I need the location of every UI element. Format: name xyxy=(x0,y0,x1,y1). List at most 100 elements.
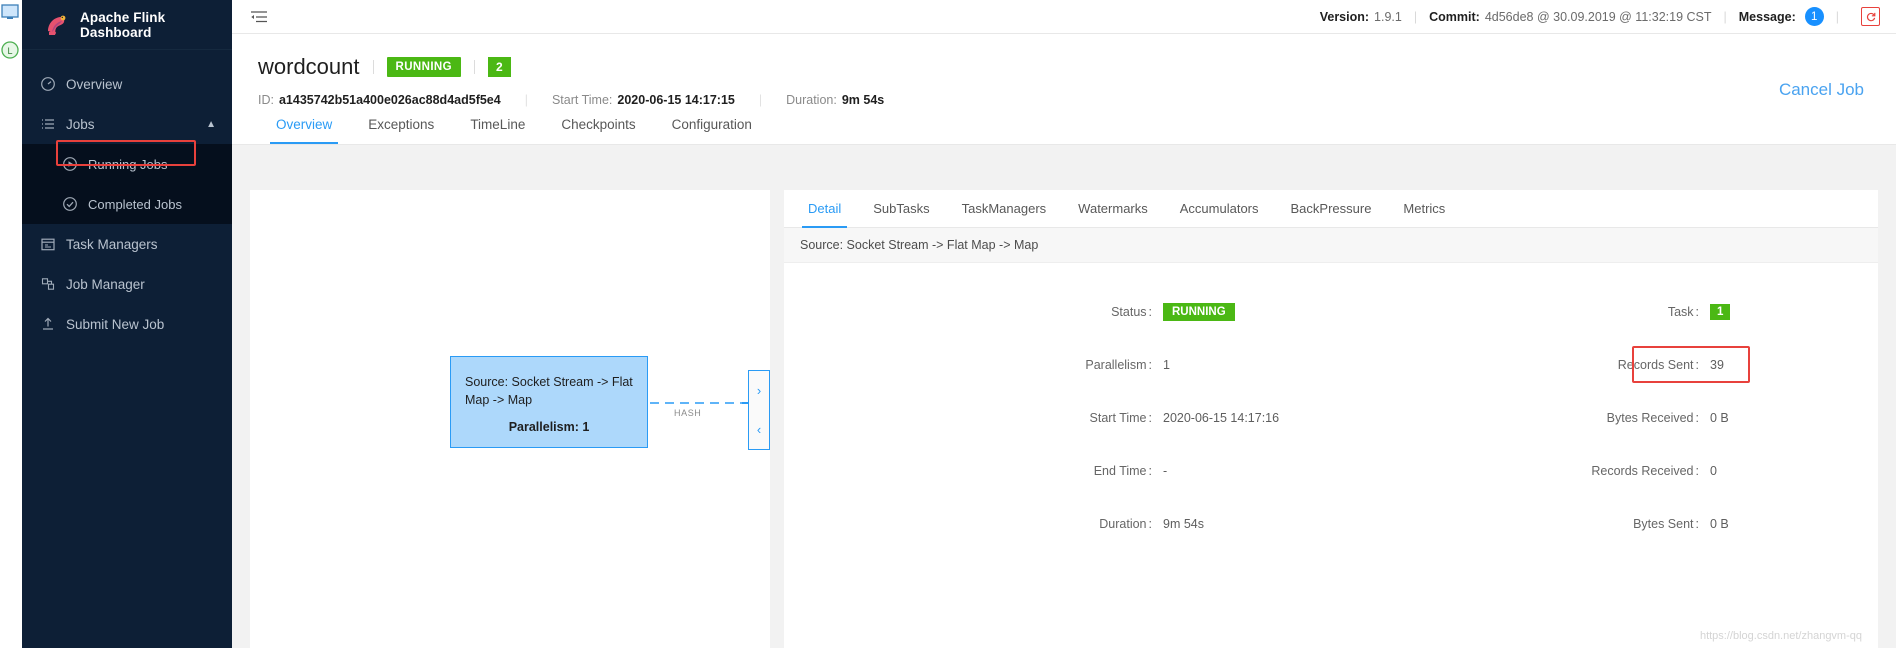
sidebar-item-completed-jobs[interactable]: Completed Jobs xyxy=(22,184,232,224)
detail-breadcrumb: Source: Socket Stream -> Flat Map -> Map xyxy=(784,228,1878,263)
version-label: Version: xyxy=(1319,9,1370,24)
commit-value: 4d56de8 @ 30.09.2019 @ 11:32:19 CST xyxy=(1484,9,1712,24)
sidebar-item-label: Completed Jobs xyxy=(88,196,182,212)
sidebar-item-label: Job Manager xyxy=(66,276,145,292)
status-badge: RUNNING xyxy=(386,57,461,77)
divider xyxy=(372,60,374,74)
field-label: Records Received xyxy=(1591,463,1694,478)
field-records-sent: Records Sent : 39 xyxy=(1331,338,1878,391)
field-value: 0 B xyxy=(1710,516,1729,531)
detail-fields-grid: Status : RUNNING Task : 1 Parallelism: … xyxy=(784,263,1878,550)
tab-checkpoints[interactable]: Checkpoints xyxy=(543,106,653,144)
field-status: Status : RUNNING xyxy=(784,285,1331,338)
field-label: Parallelism xyxy=(1085,357,1147,372)
sidebar-item-label: Task Managers xyxy=(66,236,158,252)
detail-panel: Detail SubTasks TaskManagers Watermarks … xyxy=(784,190,1878,648)
graph-node-source-flatmap-map[interactable]: Source: Socket Stream -> Flat Map -> Map… xyxy=(450,356,648,448)
detail-tabs: Detail SubTasks TaskManagers Watermarks … xyxy=(784,190,1878,228)
divider: | xyxy=(1723,9,1727,24)
divider: | xyxy=(1413,9,1418,24)
detail-tab-backpressure[interactable]: BackPressure xyxy=(1275,190,1388,228)
status-badge: RUNNING xyxy=(1163,302,1235,321)
sidebar-item-jobs[interactable]: Jobs ▲ xyxy=(22,104,232,144)
play-circle-icon xyxy=(62,156,78,172)
clock-icon: L xyxy=(0,40,20,60)
sidebar-item-job-manager[interactable]: Job Manager xyxy=(22,264,232,304)
check-circle-icon xyxy=(62,196,78,212)
detail-tab-detail[interactable]: Detail xyxy=(792,190,857,228)
sidebar-item-label: Running Jobs xyxy=(88,156,168,172)
divider: | xyxy=(758,93,763,107)
refresh-icon[interactable] xyxy=(1861,7,1880,26)
graph-edge-label: HASH xyxy=(674,408,702,418)
field-records-received: Records Received : 0 xyxy=(1331,444,1878,497)
divider: | xyxy=(1835,9,1839,24)
duration-label: Duration: xyxy=(786,93,837,107)
tab-timeline[interactable]: TimeLine xyxy=(452,106,543,144)
detail-tab-accumulators[interactable]: Accumulators xyxy=(1164,190,1275,228)
graph-collapse-strip[interactable]: › ‹ xyxy=(748,370,770,450)
field-value: 39 xyxy=(1710,357,1724,372)
message-label: Message: xyxy=(1738,9,1796,24)
colon: : xyxy=(1695,410,1699,425)
menu-collapse-icon[interactable] xyxy=(250,9,268,25)
flink-squirrel-logo-icon xyxy=(44,13,70,37)
job-title-row: wordcount RUNNING 2 xyxy=(258,54,1870,80)
sidebar-nav: Overview Jobs ▲ Running Jobs Completed J… xyxy=(22,64,232,344)
page-tabs: Overview Exceptions TimeLine Checkpoints… xyxy=(232,107,1896,145)
colon: : xyxy=(1148,410,1152,425)
job-graph-panel: Source: Socket Stream -> Flat Map -> Map… xyxy=(250,190,770,648)
field-duration: Duration : 9m 54s xyxy=(784,497,1331,550)
message-count-badge[interactable]: 1 xyxy=(1804,7,1824,26)
field-value: 2020-06-15 14:17:16 xyxy=(1163,410,1280,425)
job-meta: ID: a1435742b51a400e026ac88d4ad5f5e4 | S… xyxy=(258,93,1870,107)
colon: : xyxy=(1695,357,1699,372)
colon: : xyxy=(1148,463,1152,478)
field-label: Status xyxy=(1111,304,1147,319)
sidebar-item-label: Jobs xyxy=(66,116,95,132)
chevron-up-icon: ▲ xyxy=(206,118,216,130)
sidebar-item-running-jobs[interactable]: Running Jobs xyxy=(22,144,232,184)
field-value: - xyxy=(1163,463,1168,478)
job-id-value: a1435742b51a400e026ac88d4ad5f5e4 xyxy=(278,93,501,107)
sidebar-item-overview[interactable]: Overview xyxy=(22,64,232,104)
svg-text:L: L xyxy=(7,46,12,56)
field-value: 1 xyxy=(1163,357,1170,372)
divider: | xyxy=(524,93,528,107)
field-label: Bytes Received xyxy=(1606,410,1694,425)
chevron-right-icon[interactable]: › xyxy=(757,383,761,398)
detail-tab-watermarks[interactable]: Watermarks xyxy=(1062,190,1164,228)
detail-tab-subtasks[interactable]: SubTasks xyxy=(857,190,945,228)
field-value-wrap: RUNNING xyxy=(1163,302,1331,321)
sidebar: Apache Flink Dashboard Overview Jobs ▲ R… xyxy=(22,0,232,648)
start-time-label: Start Time: xyxy=(551,93,613,107)
field-parallelism: Parallelism : 1 xyxy=(784,338,1331,391)
detail-tab-taskmanagers[interactable]: TaskManagers xyxy=(946,190,1063,228)
sidebar-item-label: Overview xyxy=(66,76,123,92)
field-bytes-received: Bytes Received : 0 B xyxy=(1331,391,1878,444)
watermark-text: https://blog.csdn.net/zhangvm-qq xyxy=(1699,630,1862,642)
graph-node-label: Source: Socket Stream -> Flat Map -> Map xyxy=(465,375,633,408)
topbar-info: Version: 1.9.1 | Commit: 4d56de8 @ 30.09… xyxy=(1320,7,1896,26)
field-start-time: Start Time : 2020-06-15 14:17:16 xyxy=(784,391,1331,444)
duration-value: 9m 54s xyxy=(841,93,885,107)
main-area: Source: Socket Stream -> Flat Map -> Map… xyxy=(232,176,1896,648)
tab-configuration[interactable]: Configuration xyxy=(654,106,770,144)
cancel-job-button[interactable]: Cancel Job xyxy=(1779,80,1864,100)
graph-edge xyxy=(650,402,750,404)
tab-overview[interactable]: Overview xyxy=(258,106,350,144)
field-task: Task : 1 xyxy=(1331,285,1878,338)
sidebar-item-submit-new-job[interactable]: Submit New Job xyxy=(22,304,232,344)
list-icon xyxy=(40,116,56,132)
version-value: 1.9.1 xyxy=(1374,9,1402,24)
sidebar-item-task-managers[interactable]: Task Managers xyxy=(22,224,232,264)
chevron-left-icon[interactable]: ‹ xyxy=(757,422,761,437)
task-count-badge: 2 xyxy=(487,57,511,77)
detail-tab-metrics[interactable]: Metrics xyxy=(1387,190,1461,228)
server-icon xyxy=(40,276,56,292)
tab-exceptions[interactable]: Exceptions xyxy=(350,106,452,144)
field-label: End Time xyxy=(1093,463,1147,478)
sidebar-subnav-jobs: Running Jobs Completed Jobs xyxy=(22,144,232,224)
gauge-icon xyxy=(40,76,56,92)
field-value: 0 B xyxy=(1710,410,1729,425)
